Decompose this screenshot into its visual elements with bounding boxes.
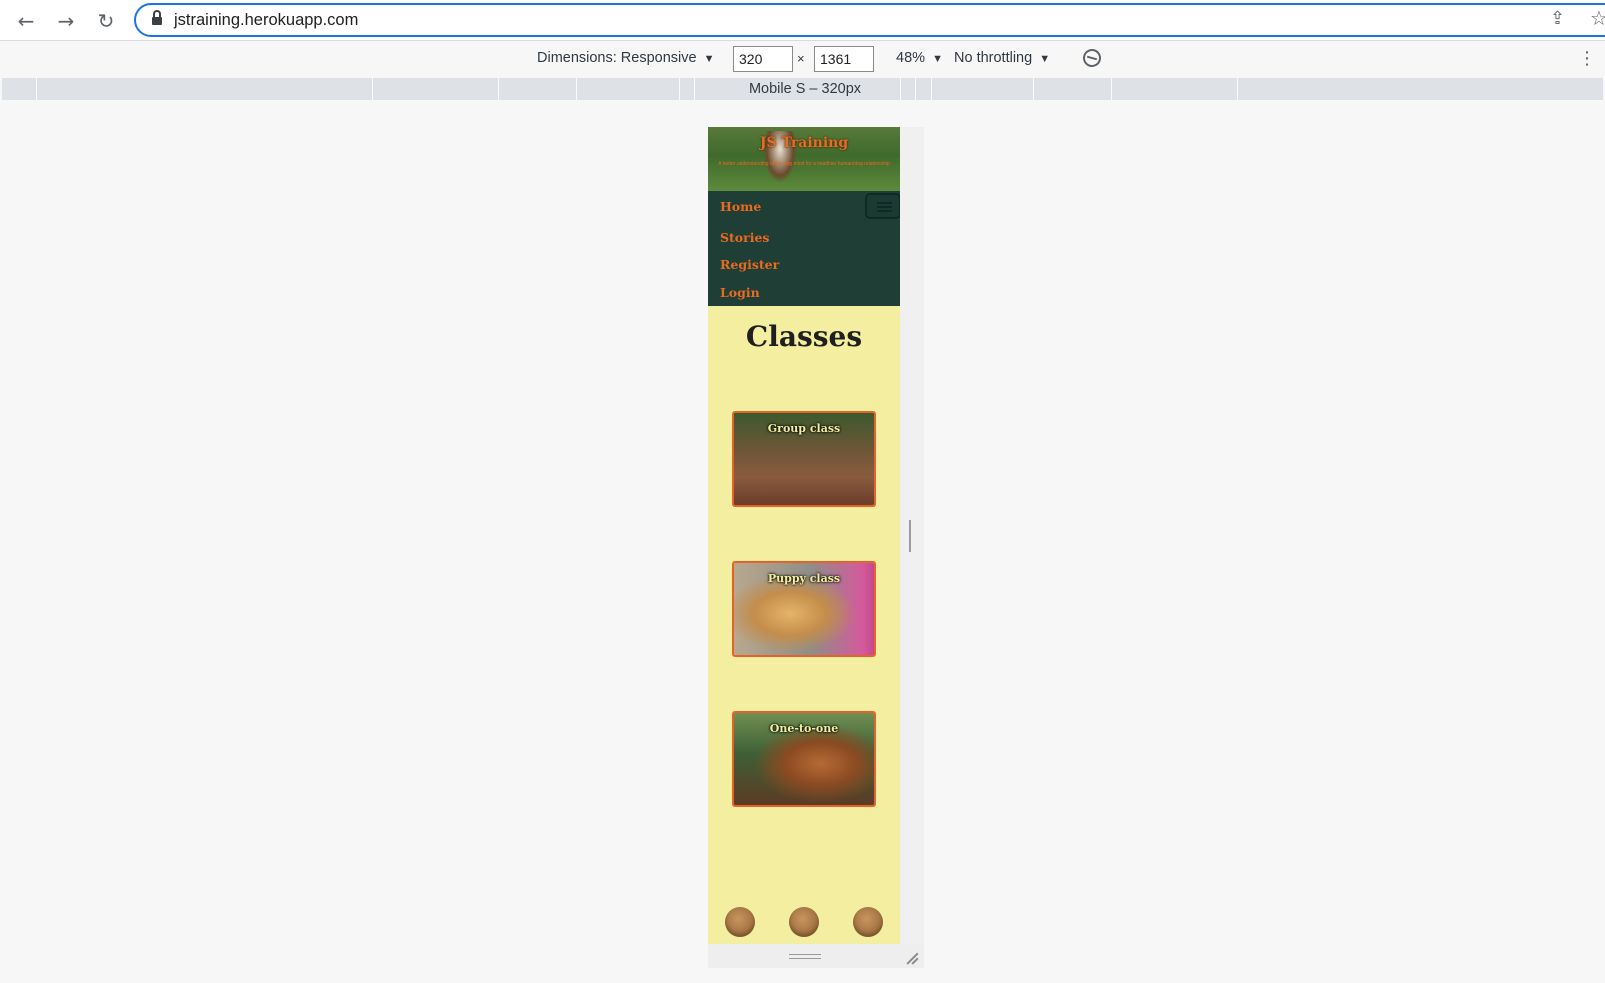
class-card-label: Puppy class: [767, 572, 841, 585]
nav-link-login[interactable]: Login: [720, 285, 760, 300]
vertical-resize-handle[interactable]: [789, 954, 821, 959]
social-link-icon[interactable]: [725, 907, 755, 937]
nav-link-home[interactable]: Home: [720, 199, 761, 214]
hamburger-icon: [877, 202, 892, 204]
class-card-puppy[interactable]: Puppy class: [732, 561, 876, 657]
site-brand[interactable]: JS Training: [708, 135, 900, 151]
browser-address-bar: ← → ↻ jstraining.herokuapp.com ⇪ ☆: [0, 0, 1605, 41]
zoom-label: 48%: [896, 50, 926, 66]
caret-down-icon: ▼: [703, 53, 715, 65]
class-card-label: Group class: [767, 422, 841, 435]
social-link-icon[interactable]: [789, 907, 819, 937]
caret-down-icon: ▼: [932, 53, 943, 65]
media-segment[interactable]: [36, 78, 372, 100]
viewport-side-strip: [900, 127, 924, 944]
media-segment[interactable]: [694, 78, 710, 100]
reload-icon[interactable]: ↻: [92, 7, 120, 35]
class-card-group[interactable]: Group class: [732, 411, 876, 507]
media-segment[interactable]: [1033, 78, 1111, 100]
nav-link-register[interactable]: Register: [720, 257, 779, 272]
width-input[interactable]: [733, 46, 793, 72]
social-link-icon[interactable]: [853, 907, 883, 937]
emulated-viewport: JS Training A better understanding of th…: [708, 127, 900, 944]
class-card-one-to-one[interactable]: One-to-one: [732, 711, 876, 807]
corner-resize-grip-icon[interactable]: [905, 950, 919, 965]
lock-icon[interactable]: [152, 10, 162, 26]
media-segment[interactable]: [900, 78, 915, 100]
media-segment[interactable]: [498, 78, 576, 100]
site-tagline: A better understanding of the dog mind f…: [718, 161, 890, 167]
share-icon[interactable]: ⇪: [1550, 8, 1565, 29]
throttling-dropdown[interactable]: No throttling ▼: [954, 50, 1050, 66]
page-title: Classes: [745, 320, 863, 353]
media-segment[interactable]: [915, 78, 931, 100]
more-options-icon[interactable]: ⋮: [1578, 48, 1596, 69]
rotate-icon[interactable]: [1079, 45, 1105, 71]
media-segment[interactable]: [679, 78, 694, 100]
hero-banner: JS Training A better understanding of th…: [708, 127, 900, 191]
media-query-bar: Mobile S – 320px: [2, 78, 1603, 100]
media-segment[interactable]: [372, 78, 498, 100]
dimensions-dropdown[interactable]: Dimensions: Responsive ▼: [537, 50, 715, 66]
navbar-toggler-button[interactable]: [865, 193, 900, 219]
back-arrow-icon[interactable]: ←: [12, 7, 40, 35]
horizontal-resize-handle[interactable]: [909, 520, 911, 552]
site-navbar: Home Stories Register Login: [708, 191, 900, 306]
class-card-label: One-to-one: [769, 722, 839, 735]
url-text[interactable]: jstraining.herokuapp.com: [174, 11, 358, 30]
media-segment[interactable]: [931, 78, 1033, 100]
media-segment[interactable]: [576, 78, 679, 100]
dimensions-label: Dimensions: Responsive: [537, 50, 697, 66]
bookmark-star-icon[interactable]: ☆: [1590, 6, 1605, 30]
omnibox[interactable]: jstraining.herokuapp.com: [134, 3, 1605, 37]
throttling-label: No throttling: [954, 50, 1033, 66]
zoom-dropdown[interactable]: 48% ▼: [896, 50, 943, 66]
height-input[interactable]: [814, 46, 874, 72]
media-segment[interactable]: [1111, 78, 1237, 100]
media-segment[interactable]: [1237, 78, 1573, 100]
device-toolbar: Dimensions: Responsive ▼ × 48% ▼ No thro…: [0, 42, 1605, 76]
times-sign: ×: [797, 51, 805, 66]
media-query-label[interactable]: Mobile S – 320px: [710, 78, 900, 100]
forward-arrow-icon[interactable]: →: [52, 7, 80, 35]
caret-down-icon: ▼: [1039, 53, 1051, 65]
nav-link-stories[interactable]: Stories: [720, 230, 769, 245]
